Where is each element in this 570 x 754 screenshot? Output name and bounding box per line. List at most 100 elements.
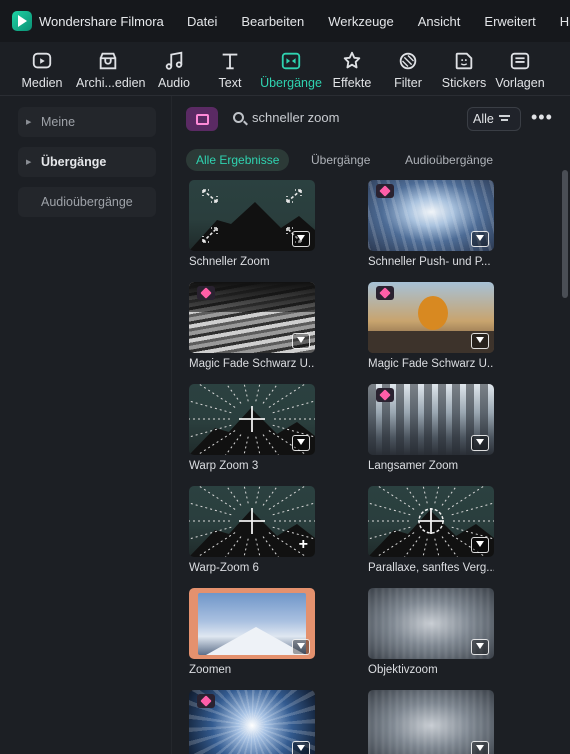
download-icon[interactable] — [471, 639, 489, 655]
result-card[interactable]: Parallaxe, sanftes Verg... — [368, 486, 494, 574]
menu-erweitert[interactable]: Erweitert — [484, 14, 535, 29]
shopping-bag-icon — [195, 113, 209, 125]
sidebar-item-audiouebergaenge[interactable]: Audioübergänge — [18, 187, 156, 217]
scrollbar-thumb[interactable] — [562, 170, 568, 298]
download-icon[interactable] — [292, 741, 310, 754]
tab-uebergaenge[interactable]: Übergänge — [311, 149, 370, 171]
filter-funnel-icon — [498, 114, 510, 124]
tool-vorlagen[interactable]: Vorlagen — [488, 48, 552, 90]
tool-effekte[interactable]: Effekte — [320, 48, 384, 90]
media-icon — [10, 48, 74, 72]
download-icon[interactable] — [471, 333, 489, 349]
sidebar-item-meine[interactable]: ▶ Meine — [18, 107, 156, 137]
result-card[interactable]: Schneller Zoom — [189, 180, 315, 268]
stickers-icon — [432, 48, 496, 72]
result-card[interactable]: Objektivzoom — [368, 588, 494, 676]
result-label: Schneller Zoom — [189, 256, 270, 268]
result-thumbnail[interactable] — [189, 180, 315, 251]
tool-stickers[interactable]: Stickers — [432, 48, 496, 90]
result-thumbnail[interactable] — [368, 690, 494, 754]
transitions-icon — [259, 48, 323, 72]
result-thumbnail[interactable] — [189, 282, 315, 353]
download-icon[interactable] — [471, 231, 489, 247]
download-icon[interactable] — [292, 639, 310, 655]
tool-text[interactable]: Text — [198, 48, 262, 90]
download-icon[interactable] — [471, 741, 489, 754]
text-icon — [198, 48, 262, 72]
result-card[interactable]: Langsamer Zoom — [368, 384, 494, 472]
store-button[interactable] — [186, 107, 218, 131]
menu-bar: Datei Bearbeiten Werkzeuge Ansicht Erwei… — [187, 0, 570, 42]
menu-bearbeiten[interactable]: Bearbeiten — [241, 14, 304, 29]
more-options-icon[interactable]: ••• — [531, 108, 553, 126]
tool-archiv-medien[interactable]: Archi...edien — [76, 48, 145, 90]
premium-gem-icon — [376, 286, 394, 300]
effects-icon — [320, 48, 384, 72]
media-toolbar: Medien Archi...edien Audio Text Übergäng… — [0, 42, 570, 96]
result-card[interactable]: Schneller Push- und P... — [368, 180, 494, 268]
result-label: Zoomen — [189, 664, 232, 676]
filmora-logo-icon — [12, 11, 32, 31]
filter-dropdown[interactable]: Alle — [467, 107, 521, 131]
download-icon[interactable] — [471, 537, 489, 553]
result-thumbnail[interactable] — [189, 690, 315, 754]
templates-icon — [488, 48, 552, 72]
result-thumbnail[interactable] — [189, 384, 315, 455]
result-thumbnail[interactable] — [368, 282, 494, 353]
result-card[interactable]: Zoomen — [189, 588, 315, 676]
download-icon[interactable] — [292, 435, 310, 451]
result-thumbnail[interactable] — [368, 180, 494, 251]
tool-uebergaenge[interactable]: Übergänge — [259, 48, 323, 90]
filter-icon — [376, 48, 440, 72]
filmora-window: Wondershare Filmora Datei Bearbeiten Wer… — [0, 0, 570, 754]
result-thumbnail[interactable] — [368, 486, 494, 557]
result-thumbnail[interactable] — [189, 588, 315, 659]
result-label: Magic Fade Schwarz Ü... — [368, 358, 494, 370]
result-thumbnail[interactable]: + — [189, 486, 315, 557]
download-icon[interactable] — [471, 435, 489, 451]
result-label: Schneller Push- und P... — [368, 256, 491, 268]
result-thumbnail[interactable] — [368, 588, 494, 659]
tool-filter[interactable]: Filter — [376, 48, 440, 90]
zoom-rays-icon — [189, 486, 315, 557]
category-sidebar: ▶ Meine ▶ Übergänge Audioübergänge — [0, 96, 172, 754]
download-icon[interactable] — [292, 333, 310, 349]
result-card[interactable]: Warp Zoom 3 — [189, 384, 315, 472]
result-label: Objektivzoom — [368, 664, 438, 676]
premium-gem-icon — [197, 286, 215, 300]
premium-gem-icon — [376, 388, 394, 402]
result-label: Parallaxe, sanftes Verg... — [368, 562, 494, 574]
menu-werkzeuge[interactable]: Werkzeuge — [328, 14, 394, 29]
menu-datei[interactable]: Datei — [187, 14, 217, 29]
download-icon[interactable] — [292, 231, 310, 247]
tool-medien[interactable]: Medien — [10, 48, 74, 90]
result-card[interactable]: + Warp-Zoom 6 — [189, 486, 315, 574]
scrollbar[interactable] — [560, 96, 570, 754]
sidebar-item-uebergaenge[interactable]: ▶ Übergänge — [18, 147, 156, 177]
tab-audiouebergaenge[interactable]: Audioübergänge — [405, 149, 493, 171]
stock-media-icon — [76, 48, 140, 72]
caret-right-icon: ▶ — [26, 159, 32, 166]
search-icon — [233, 112, 244, 123]
results-panel: schneller zoom Alle ••• Alle Ergebnisse … — [173, 96, 570, 754]
menu-ansicht[interactable]: Ansicht — [418, 14, 461, 29]
app-title: Wondershare Filmora — [39, 13, 164, 29]
result-card[interactable] — [189, 690, 315, 754]
result-card[interactable]: Magic Fade Schwarz Ü... — [368, 282, 494, 370]
mountain-photo — [198, 593, 306, 655]
title-bar: Wondershare Filmora Datei Bearbeiten Wer… — [0, 0, 570, 42]
result-label: Magic Fade Schwarz Ü... — [189, 358, 315, 370]
result-thumbnail[interactable] — [368, 384, 494, 455]
result-card[interactable] — [368, 690, 494, 754]
add-icon[interactable]: + — [299, 536, 308, 554]
menu-hilfe[interactable]: Hilfe — [560, 14, 570, 29]
result-label: Langsamer Zoom — [368, 460, 459, 472]
result-label: Warp Zoom 3 — [189, 460, 259, 472]
result-label: Warp-Zoom 6 — [189, 562, 259, 574]
caret-right-icon: ▶ — [26, 119, 32, 126]
tool-audio[interactable]: Audio — [142, 48, 206, 90]
search-input[interactable]: schneller zoom — [252, 110, 339, 125]
result-card[interactable]: Magic Fade Schwarz Ü... — [189, 282, 315, 370]
tab-alle-ergebnisse[interactable]: Alle Ergebnisse — [186, 149, 290, 171]
premium-gem-icon — [197, 694, 215, 708]
